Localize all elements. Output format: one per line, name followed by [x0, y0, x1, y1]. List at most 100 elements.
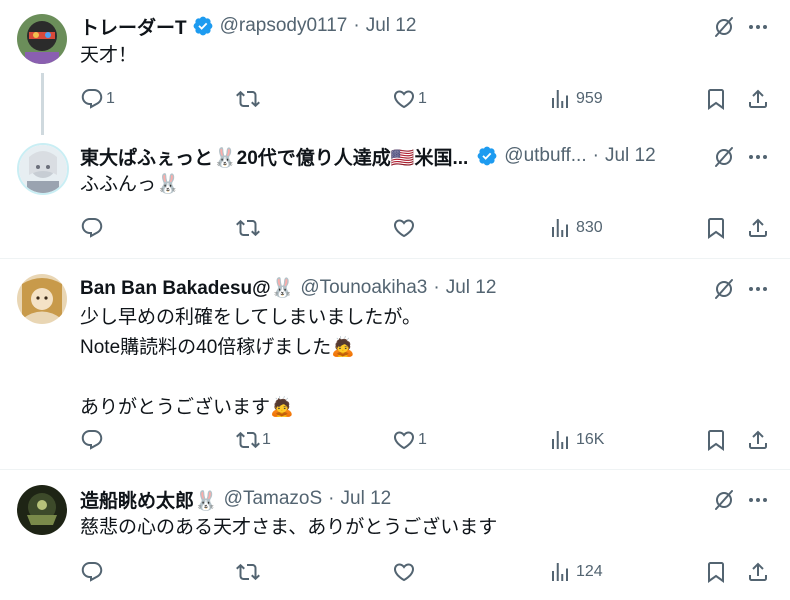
- views-count: 959: [576, 90, 603, 107]
- separator-dot: ·: [592, 145, 599, 166]
- reply-icon: [80, 216, 104, 240]
- post-header: トレーダーT @rapsody0117 · Jul 12: [80, 12, 690, 40]
- verified-badge-icon: [192, 15, 214, 37]
- reply-button[interactable]: [80, 213, 106, 243]
- repost-button[interactable]: [236, 84, 262, 114]
- user-handle[interactable]: @rapsody0117: [220, 15, 348, 37]
- more-options-icon[interactable]: [746, 488, 770, 512]
- post-text-line: 慈悲の心のある天才さま、ありがとうございます: [80, 517, 498, 538]
- views-button[interactable]: 124: [548, 557, 603, 587]
- share-icon: [746, 560, 770, 584]
- like-button[interactable]: 1: [392, 84, 427, 114]
- reply-button[interactable]: 1: [80, 84, 115, 114]
- share-icon: [746, 216, 770, 240]
- post-text-line: 天才！: [80, 45, 138, 66]
- views-count: 830: [576, 219, 603, 236]
- more-options-icon[interactable]: [746, 15, 770, 39]
- verified-badge-icon: [476, 145, 498, 167]
- more-options-icon[interactable]: [746, 277, 770, 301]
- post-time[interactable]: Jul 12: [366, 15, 417, 37]
- views-button[interactable]: 959: [548, 84, 603, 114]
- display-name[interactable]: 東大ぱふぇっと🐰20代で億り人達成🇺🇸米国...: [80, 143, 468, 170]
- repost-count: 1: [262, 431, 271, 448]
- post-text-line: 少し早めの利確をしてしまいましたが。: [80, 307, 422, 328]
- avatar[interactable]: [17, 274, 67, 324]
- like-button[interactable]: 1: [392, 425, 427, 455]
- post-time[interactable]: Jul 12: [446, 277, 497, 299]
- reply-icon: [80, 428, 104, 452]
- post[interactable]: 東大ぱふぇっと🐰20代で億り人達成🇺🇸米国... @utbuff... · Ju…: [0, 130, 790, 258]
- action-bar: 1 1 16K: [78, 425, 778, 455]
- views-chart-icon: [548, 560, 572, 584]
- bookmark-icon: [704, 87, 728, 111]
- repost-button[interactable]: [236, 213, 262, 243]
- more-options-icon[interactable]: [746, 145, 770, 169]
- grok-icon[interactable]: [712, 145, 736, 169]
- share-button[interactable]: [746, 84, 770, 114]
- repost-icon: [236, 560, 260, 584]
- share-button[interactable]: [746, 557, 770, 587]
- reply-count: 1: [106, 90, 115, 107]
- views-button[interactable]: 16K: [548, 425, 604, 455]
- repost-button[interactable]: 1: [236, 425, 271, 455]
- repost-icon: [236, 87, 260, 111]
- avatar[interactable]: [17, 143, 69, 195]
- views-chart-icon: [548, 216, 572, 240]
- bookmark-button[interactable]: [704, 557, 728, 587]
- grok-icon[interactable]: [712, 488, 736, 512]
- bookmark-button[interactable]: [704, 425, 728, 455]
- repost-icon: [236, 216, 260, 240]
- post-text-line: [80, 363, 421, 393]
- avatar[interactable]: [17, 14, 67, 64]
- post-time[interactable]: Jul 12: [605, 145, 656, 167]
- post-header: 東大ぱふぇっと🐰20代で億り人達成🇺🇸米国... @utbuff... · Ju…: [80, 142, 690, 170]
- reply-button[interactable]: [80, 557, 106, 587]
- views-chart-icon: [548, 87, 572, 111]
- display-name[interactable]: 造船眺め太郎🐰: [80, 486, 218, 513]
- avatar[interactable]: [17, 485, 67, 535]
- bookmark-button[interactable]: [704, 84, 728, 114]
- thread-line: [41, 73, 44, 135]
- post-text-line: Note購読料の40倍稼げました🙇: [80, 337, 355, 358]
- views-count: 16K: [576, 431, 605, 448]
- heart-icon: [392, 428, 416, 452]
- user-handle[interactable]: @utbuff...: [504, 145, 586, 167]
- post[interactable]: Ban Ban Bakadesu@🐰 @Tounoakiha3 · Jul 12…: [0, 259, 790, 469]
- bookmark-button[interactable]: [704, 213, 728, 243]
- display-name[interactable]: Ban Ban Bakadesu@🐰: [80, 276, 294, 300]
- views-button[interactable]: 830: [548, 213, 603, 243]
- share-icon: [746, 428, 770, 452]
- user-handle[interactable]: @Tounoakiha3: [300, 277, 427, 299]
- share-button[interactable]: [746, 425, 770, 455]
- grok-icon[interactable]: [712, 15, 736, 39]
- like-button[interactable]: [392, 213, 418, 243]
- repost-icon: [236, 428, 260, 452]
- grok-icon[interactable]: [712, 277, 736, 301]
- display-name[interactable]: トレーダーT: [80, 13, 187, 40]
- post-text: ふふんっ🐰: [80, 170, 180, 200]
- repost-button[interactable]: [236, 557, 262, 587]
- action-bar: 124: [78, 557, 778, 587]
- post[interactable]: トレーダーT @rapsody0117 · Jul 12 天才！ 1 1 959: [0, 0, 790, 130]
- post-text: 慈悲の心のある天才さま、ありがとうございます: [80, 513, 497, 543]
- bookmark-icon: [704, 216, 728, 240]
- reply-button[interactable]: [80, 425, 106, 455]
- views-count: 124: [576, 563, 603, 580]
- separator-dot: ·: [353, 15, 360, 36]
- like-count: 1: [418, 90, 427, 107]
- heart-icon: [392, 216, 416, 240]
- post-header: Ban Ban Bakadesu@🐰 @Tounoakiha3 · Jul 12: [80, 274, 690, 302]
- share-button[interactable]: [746, 213, 770, 243]
- post-text: 天才！: [80, 41, 137, 71]
- post-text-line: ふふんっ🐰: [80, 174, 180, 195]
- heart-icon: [392, 560, 416, 584]
- post[interactable]: 造船眺め太郎🐰 @TamazoS · Jul 12 慈悲の心のある天才さま、あり…: [0, 470, 790, 600]
- like-button[interactable]: [392, 557, 418, 587]
- user-handle[interactable]: @TamazoS: [224, 488, 323, 510]
- bookmark-icon: [704, 428, 728, 452]
- post-header: 造船眺め太郎🐰 @TamazoS · Jul 12: [80, 485, 690, 513]
- post-text-line: ありがとうございます🙇: [80, 397, 294, 418]
- views-chart-icon: [548, 428, 572, 452]
- separator-dot: ·: [433, 277, 440, 298]
- post-time[interactable]: Jul 12: [341, 488, 392, 510]
